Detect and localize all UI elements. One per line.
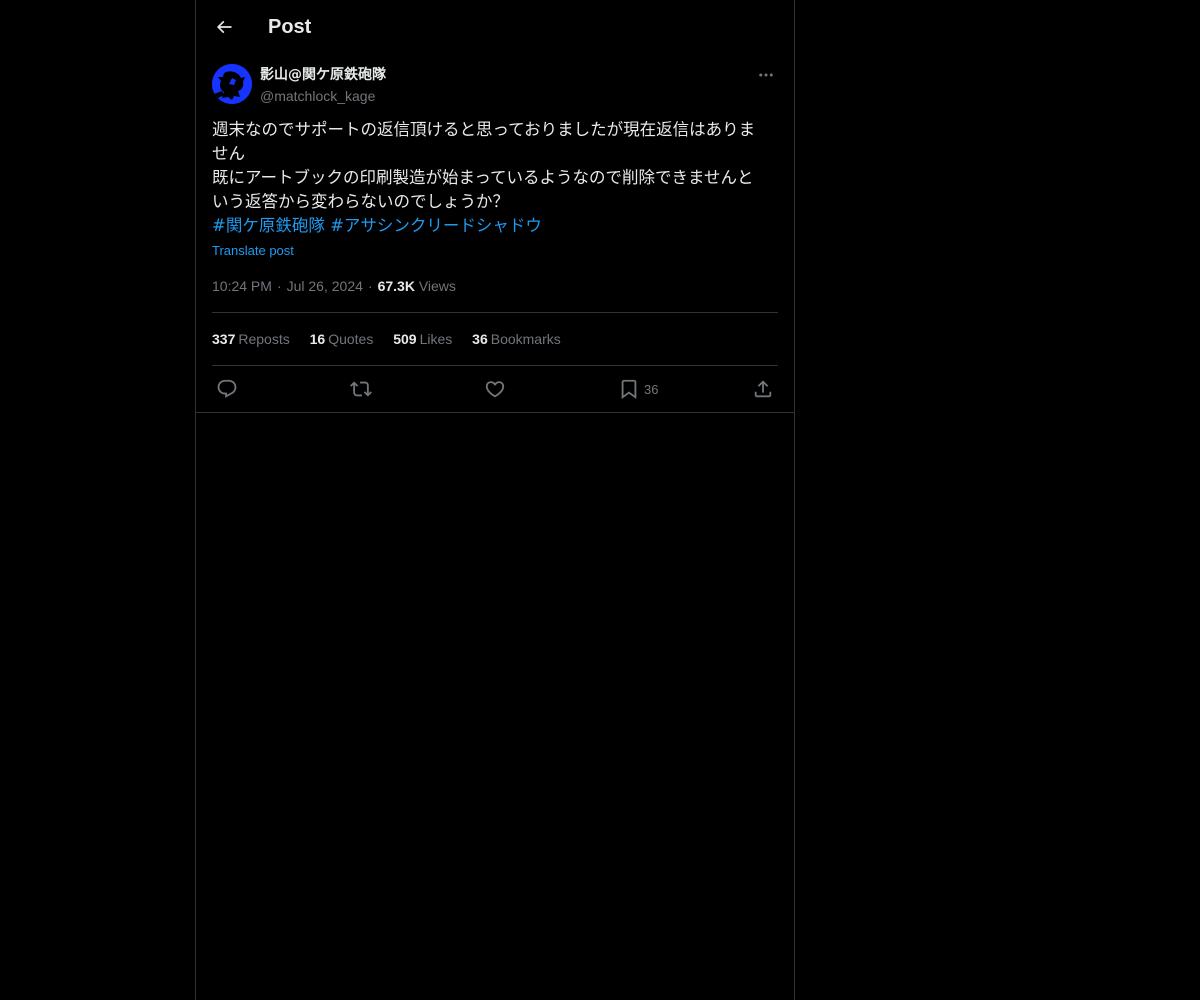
likes-stat[interactable]: 509 Likes xyxy=(393,331,452,347)
post-text-line: せん xyxy=(212,144,245,163)
divider xyxy=(212,312,778,313)
likes-count: 509 xyxy=(393,331,417,347)
quotes-count: 16 xyxy=(309,331,326,347)
bookmarks-count: 36 xyxy=(472,331,488,347)
more-options-button[interactable] xyxy=(754,64,778,86)
avatar[interactable] xyxy=(212,64,252,104)
reposts-count: 337 xyxy=(212,331,236,347)
repost-icon xyxy=(350,381,372,397)
post-text-line: 週末なのでサポートの返信頂けると思っておりましたが現在返信はありま xyxy=(212,120,756,139)
hashtag-link[interactable]: #アサシンクリードシャドウ xyxy=(330,216,542,235)
back-button[interactable] xyxy=(208,11,240,43)
meta-separator: · xyxy=(367,278,373,294)
post-stats: 337 Reposts 16 Quotes 509 Likes 36 Bookmarks xyxy=(212,329,577,349)
heart-icon xyxy=(485,381,505,398)
post-date[interactable]: Jul 26, 2024 xyxy=(287,278,363,294)
post-column: Post 影山@関ケ原鉄砲隊 @matchlock_kage 週末なのでサポート… xyxy=(195,0,795,1000)
reposts-label: Reposts xyxy=(238,331,290,347)
share-icon xyxy=(754,380,772,398)
post-time[interactable]: 10:24 PM xyxy=(212,278,272,294)
reply-icon xyxy=(217,379,237,398)
post-text: 週末なのでサポートの返信頂けると思っておりましたが現在返信はありま せん 既にア… xyxy=(212,118,778,238)
reposts-stat[interactable]: 337 Reposts xyxy=(212,331,290,347)
share-button[interactable] xyxy=(752,378,774,400)
hashtag-link[interactable]: #関ケ原鉄砲隊 xyxy=(212,216,325,235)
bookmarks-label: Bookmarks xyxy=(490,331,561,347)
post-author: 影山@関ケ原鉄砲隊 @matchlock_kage xyxy=(212,64,778,108)
views-count: 67.3K xyxy=(377,278,415,294)
avatar-image xyxy=(212,64,252,104)
translate-post-link[interactable]: Translate post xyxy=(212,242,294,260)
bookmark-button[interactable]: 36 xyxy=(618,378,658,400)
post-text-line: 既にアートブックの印刷製造が始まっているようなので削除できませんと xyxy=(212,168,754,187)
reply-button[interactable] xyxy=(216,378,238,400)
divider xyxy=(196,412,794,413)
post-text-line: いう返答から変わらないのでしょうか？ xyxy=(212,192,509,211)
quotes-stat[interactable]: 16 Quotes xyxy=(310,331,374,347)
page-title: Post xyxy=(268,16,312,38)
post-meta: 10:24 PM · Jul 26, 2024 · 67.3K Views xyxy=(212,276,456,296)
quotes-label: Quotes xyxy=(328,331,374,347)
bookmark-count: 36 xyxy=(644,381,659,397)
user-handle[interactable]: @matchlock_kage xyxy=(260,86,375,106)
views-label: Views xyxy=(418,278,456,294)
repost-button[interactable] xyxy=(350,378,372,400)
likes-label: Likes xyxy=(419,331,453,347)
more-icon xyxy=(759,73,773,77)
bookmarks-stat[interactable]: 36 Bookmarks xyxy=(472,331,561,347)
arrow-left-icon xyxy=(216,20,232,34)
top-bar: Post xyxy=(196,0,794,54)
bookmark-icon xyxy=(621,379,637,400)
hashtag-list: #関ケ原鉄砲隊 #アサシンクリードシャドウ xyxy=(212,214,778,238)
action-bar: 36 xyxy=(196,366,794,412)
display-name[interactable]: 影山@関ケ原鉄砲隊 xyxy=(260,65,386,85)
like-button[interactable] xyxy=(484,378,506,400)
meta-separator: · xyxy=(276,278,282,294)
